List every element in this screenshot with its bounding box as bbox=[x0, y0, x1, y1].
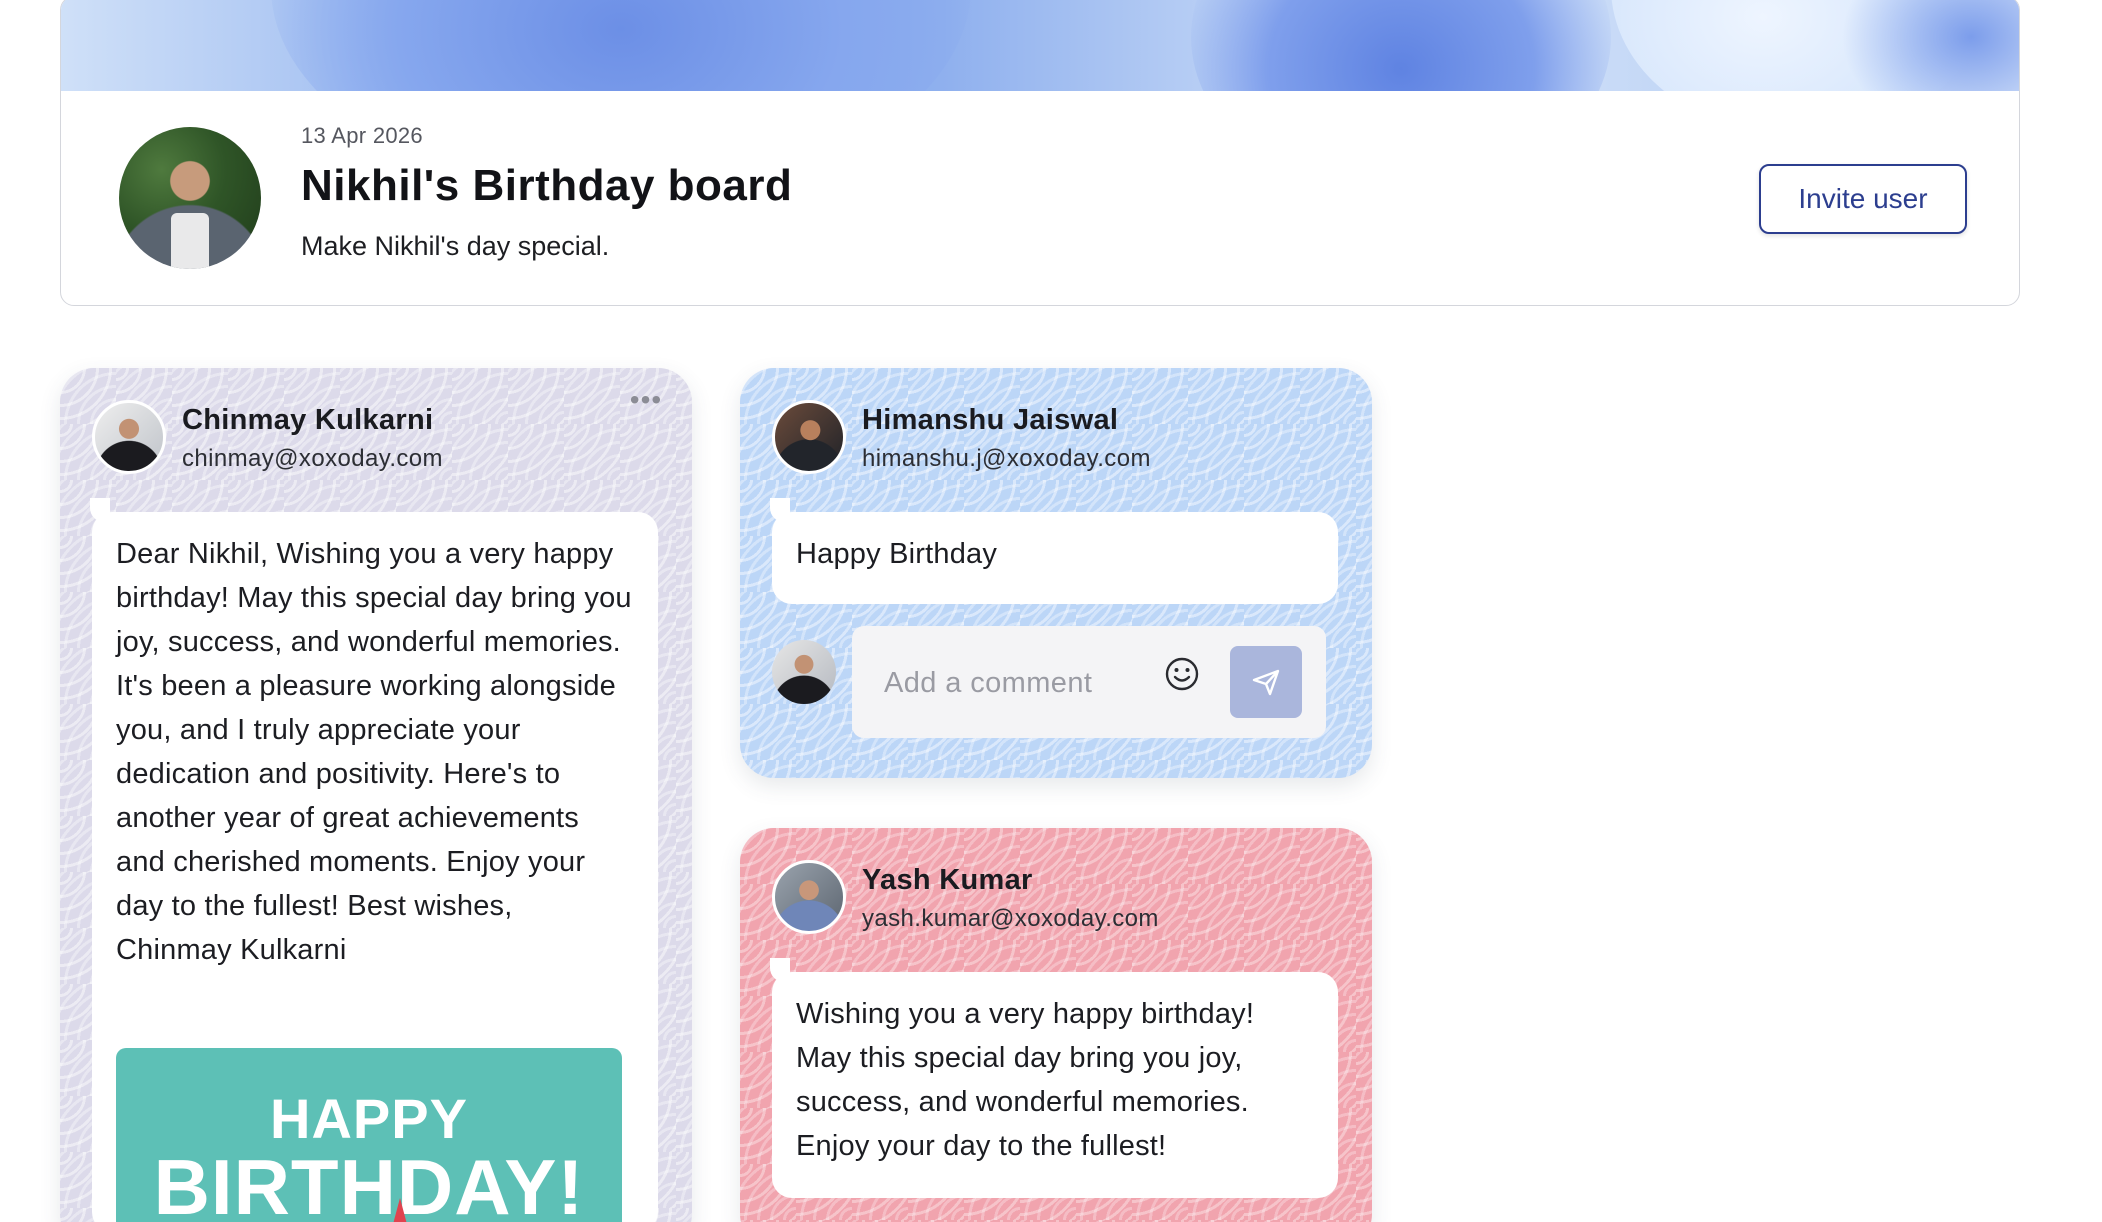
board-subtitle: Make Nikhil's day special. bbox=[301, 231, 610, 261]
post-author-name: Chinmay Kulkarni bbox=[182, 404, 434, 436]
more-horizontal-icon[interactable]: ••• bbox=[624, 386, 668, 420]
post-author-email: yash.kumar@xoxoday.com bbox=[862, 905, 1159, 932]
post-author-email: himanshu.j@xoxoday.com bbox=[862, 445, 1151, 472]
birthday-gif: HAPPY BIRTHDAY! bbox=[116, 1048, 622, 1222]
post-author-name: Himanshu Jaiswal bbox=[862, 404, 1119, 436]
send-button[interactable] bbox=[1230, 646, 1302, 718]
post-card-yash: Yash Kumar yash.kumar@xoxoday.com Wishin… bbox=[740, 828, 1372, 1222]
avatar bbox=[772, 400, 846, 474]
post-author-email: chinmay@xoxoday.com bbox=[182, 445, 443, 472]
party-hat-icon bbox=[384, 1198, 416, 1222]
avatar bbox=[92, 400, 166, 474]
current-user-avatar bbox=[772, 640, 836, 704]
message-bubble: Wishing you a very happy birthday! May t… bbox=[770, 958, 1338, 1198]
gif-text-line2: BIRTHDAY! bbox=[153, 1143, 585, 1222]
comment-input[interactable] bbox=[882, 660, 1136, 706]
post-author-name: Yash Kumar bbox=[862, 864, 1033, 896]
post-message: Happy Birthday bbox=[796, 538, 998, 570]
invite-user-button[interactable]: Invite user bbox=[1759, 164, 1967, 234]
board-owner-avatar bbox=[119, 127, 261, 269]
send-icon bbox=[1252, 669, 1280, 696]
board-banner bbox=[61, 0, 2019, 91]
post-card-chinmay: Chinmay Kulkarni chinmay@xoxoday.com •••… bbox=[60, 368, 692, 1222]
avatar bbox=[772, 860, 846, 934]
page-title: Nikhil's Birthday board bbox=[301, 161, 793, 210]
comment-composer bbox=[852, 626, 1326, 738]
board-header-card: 13 Apr 2026 Nikhil's Birthday board Make… bbox=[60, 0, 2020, 306]
post-message: Wishing you a very happy birthday! May t… bbox=[796, 998, 1255, 1162]
post-message: Dear Nikhil, Wishing you a very happy bi… bbox=[116, 538, 632, 966]
post-card-himanshu: Himanshu Jaiswal himanshu.j@xoxoday.com … bbox=[740, 368, 1372, 778]
message-bubble: Happy Birthday bbox=[770, 498, 1338, 604]
smile-icon[interactable] bbox=[1162, 654, 1202, 694]
birthday-board-page: 13 Apr 2026 Nikhil's Birthday board Make… bbox=[0, 0, 2102, 1222]
board-date: 13 Apr 2026 bbox=[301, 123, 423, 148]
